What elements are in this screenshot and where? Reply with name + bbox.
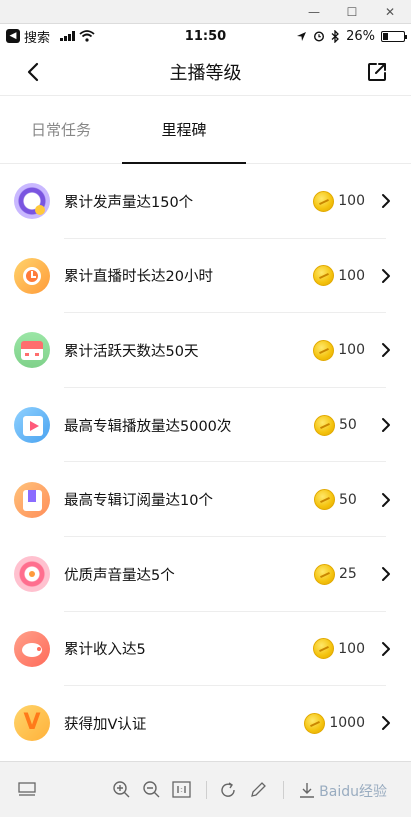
- status-left: ◀ 搜索: [6, 27, 95, 46]
- status-bar: ◀ 搜索 11:50 26%: [0, 24, 411, 48]
- close-icon[interactable]: ✕: [383, 5, 397, 19]
- coin-icon: [314, 563, 335, 585]
- chevron-right-icon: [382, 418, 390, 433]
- reward-value: 100: [338, 267, 365, 284]
- reward-value: 50: [339, 491, 357, 508]
- milestone-title: 累计直播时长达20小时: [64, 269, 213, 286]
- v-badge-icon: V: [14, 705, 50, 742]
- quality-sound-icon: [14, 556, 50, 593]
- milestone-row[interactable]: 最高专辑订阅量达10个 50: [0, 462, 411, 537]
- reward: 1000: [304, 712, 365, 734]
- milestone-title: 获得加V认证: [64, 716, 147, 733]
- thumbnail-view-icon[interactable]: [16, 779, 38, 801]
- share-icon[interactable]: [365, 60, 389, 84]
- edit-pencil-icon[interactable]: [247, 779, 269, 801]
- tab-daily-tasks[interactable]: 日常任务: [0, 95, 122, 163]
- chevron-right-icon: [382, 194, 390, 209]
- milestone-title: 累计收入达5: [64, 642, 146, 659]
- chevron-right-icon: [382, 567, 390, 582]
- coin-icon: [314, 414, 335, 436]
- milestone-row[interactable]: V 获得加V认证 1000: [0, 686, 411, 761]
- coin-icon: [313, 638, 335, 660]
- reward: 100: [313, 265, 365, 287]
- coin-icon: [313, 265, 335, 287]
- milestone-row[interactable]: 累计直播时长达20小时 100: [0, 239, 411, 314]
- milestone-title: 最高专辑播放量达5000次: [64, 418, 232, 435]
- zoom-out-icon[interactable]: [140, 779, 162, 801]
- reward-value: 100: [338, 193, 365, 210]
- milestone-row[interactable]: 最高专辑播放量达5000次 50: [0, 388, 411, 463]
- page-title: 主播等级: [169, 62, 242, 84]
- download-icon[interactable]: [296, 779, 318, 801]
- reward: 100: [313, 339, 365, 361]
- zoom-in-icon[interactable]: [110, 779, 132, 801]
- maximize-icon[interactable]: ☐: [345, 5, 359, 19]
- reward: 50: [314, 414, 365, 436]
- cellular-signal-icon: [60, 31, 76, 41]
- reward: 100: [313, 638, 365, 660]
- bookmark-album-icon: [14, 481, 50, 518]
- milestone-title: 累计活跃天数达50天: [64, 343, 199, 360]
- milestone-title: 最高专辑订阅量达10个: [64, 493, 213, 510]
- rotate-icon[interactable]: [217, 779, 239, 801]
- battery-icon: [381, 30, 407, 42]
- reward-value: 50: [339, 417, 357, 434]
- status-time: 11:50: [184, 28, 227, 44]
- milestone-row[interactable]: 累计活跃天数达50天 100: [0, 313, 411, 388]
- coin-icon: [304, 712, 326, 734]
- status-right: 26%: [296, 28, 407, 44]
- coin-icon: [314, 489, 335, 511]
- chevron-right-icon: [382, 716, 390, 731]
- tab-bar: 日常任务 里程碑: [0, 96, 411, 164]
- reward-value: 1000: [329, 715, 365, 732]
- chevron-right-icon: [382, 343, 390, 358]
- viewer-toolbar: Baidu经验: [0, 761, 411, 817]
- milestone-row[interactable]: 优质声音量达5个 25: [0, 537, 411, 612]
- reward: 25: [314, 563, 365, 585]
- chevron-right-icon: [382, 641, 390, 656]
- calendar-icon: [14, 332, 50, 369]
- back-app-label[interactable]: 搜索: [24, 27, 50, 46]
- chevron-right-icon: [382, 492, 390, 507]
- alarm-icon: [314, 31, 325, 42]
- voice-icon: [14, 183, 50, 220]
- milestone-title: 优质声音量达5个: [64, 567, 175, 584]
- reward-value: 100: [338, 342, 365, 359]
- toolbar-divider: [283, 780, 284, 799]
- piggy-bank-icon: [14, 630, 50, 667]
- reward-value: 25: [339, 566, 357, 583]
- bluetooth-icon: [331, 29, 340, 43]
- back-arrow-icon[interactable]: [22, 60, 46, 84]
- reward: 100: [313, 190, 365, 212]
- minimize-icon[interactable]: —: [307, 5, 321, 19]
- alarm-clock-icon: [14, 257, 50, 294]
- app-window: — ☐ ✕ ◀ 搜索 11:50 26% 主播等级 日常任务 里程碑 累计发声量…: [0, 0, 411, 817]
- milestone-title: 累计发声量达150个: [64, 194, 194, 211]
- milestone-row[interactable]: 累计发声量达150个 100: [0, 164, 411, 239]
- wifi-icon: [79, 30, 95, 42]
- location-arrow-icon: [297, 31, 307, 41]
- milestone-list: 累计发声量达150个 100 累计直播时长达20小时 100 累计活跃天数达50…: [0, 164, 411, 761]
- actual-size-icon[interactable]: [170, 779, 192, 801]
- coin-icon: [313, 339, 335, 361]
- nav-header: 主播等级: [0, 48, 411, 96]
- coin-icon: [313, 190, 335, 212]
- tab-milestones[interactable]: 里程碑: [122, 95, 246, 164]
- reward-value: 100: [338, 640, 365, 657]
- chevron-right-icon: [382, 268, 390, 283]
- reward: 50: [314, 489, 365, 511]
- battery-percent: 26%: [346, 28, 375, 44]
- back-to-app-icon[interactable]: ◀: [6, 29, 20, 43]
- window-titlebar: — ☐ ✕: [0, 0, 411, 24]
- watermark: Baidu经验: [319, 784, 387, 800]
- milestone-row[interactable]: 累计收入达5 100: [0, 612, 411, 687]
- play-album-icon: [14, 407, 50, 444]
- toolbar-divider: [206, 780, 207, 799]
